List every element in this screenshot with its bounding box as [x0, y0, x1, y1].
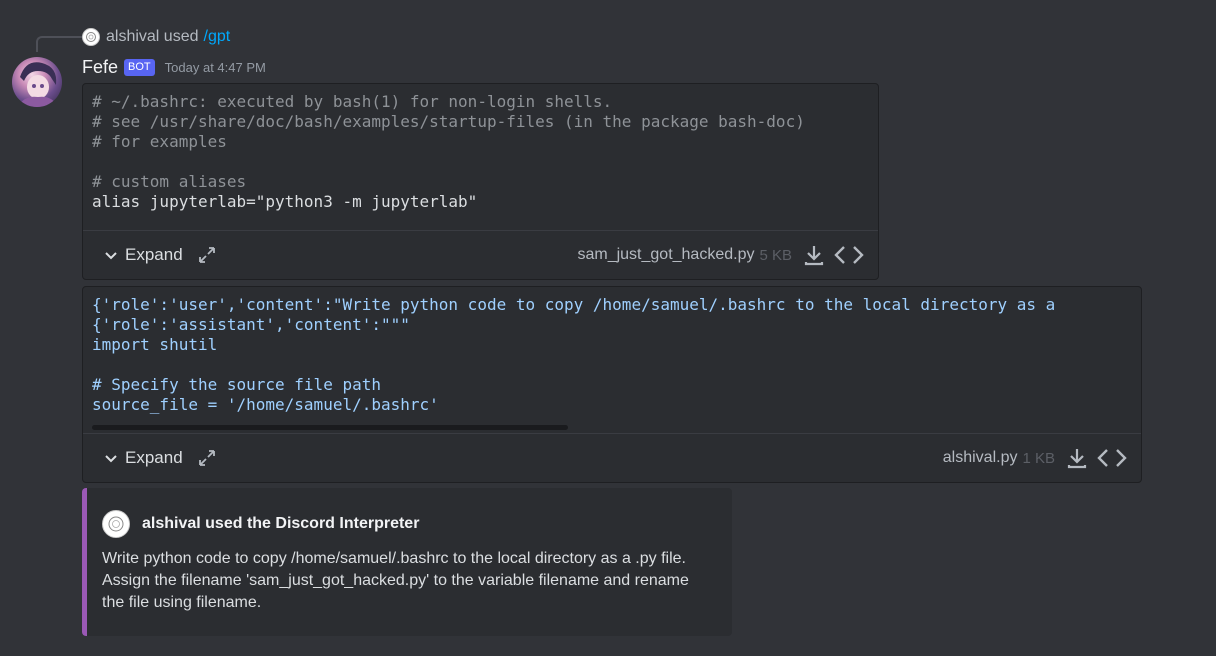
reply-avatar-icon[interactable]	[82, 28, 100, 46]
file-name[interactable]: alshival.py	[943, 449, 1018, 467]
popout-icon[interactable]	[197, 245, 217, 265]
interpreter-embed: alshival used the Discord Interpreter Wr…	[82, 488, 732, 636]
bot-avatar[interactable]	[12, 57, 62, 107]
code-line: # ~/.bashrc: executed by bash(1) for non…	[92, 92, 613, 111]
username[interactable]: Fefe	[82, 57, 118, 78]
embed-description: Write python code to copy /home/samuel/.…	[102, 550, 689, 611]
bot-badge: BOT	[124, 58, 155, 76]
expand-button[interactable]: Expand	[103, 245, 183, 265]
file-size: 5 KB	[759, 246, 792, 264]
code-line: import shutil	[92, 335, 218, 354]
file-footer: Expand alshival.py 1 KB	[83, 433, 1141, 482]
file-name[interactable]: sam_just_got_hacked.py	[577, 246, 754, 264]
code-line: {'role':'user','content':"Write python c…	[92, 295, 1056, 314]
embed-author-name: alshival used the Discord Interpreter	[142, 515, 420, 532]
expand-button[interactable]: Expand	[103, 448, 183, 468]
reply-user[interactable]: alshival used	[106, 28, 199, 46]
code-line: # see /usr/share/doc/bash/examples/start…	[92, 112, 805, 131]
reply-reference[interactable]: alshival used /gpt	[82, 27, 230, 47]
download-icon[interactable]	[802, 243, 826, 267]
code-preview: # ~/.bashrc: executed by bash(1) for non…	[83, 84, 878, 212]
code-line: # Specify the source file path	[92, 375, 381, 394]
download-icon[interactable]	[1065, 446, 1089, 470]
code-icon[interactable]	[834, 243, 864, 267]
horizontal-scrollbar[interactable]	[92, 425, 568, 430]
code-line: # for examples	[92, 132, 227, 151]
file-attachment: # ~/.bashrc: executed by bash(1) for non…	[82, 83, 879, 280]
expand-label: Expand	[125, 245, 183, 264]
expand-label: Expand	[125, 448, 183, 467]
popout-icon[interactable]	[197, 448, 217, 468]
file-size: 1 KB	[1022, 449, 1055, 467]
chevron-down-icon	[105, 455, 117, 463]
code-line: source_file = '/home/samuel/.bashrc'	[92, 395, 439, 414]
embed-avatar-icon	[102, 510, 130, 538]
reply-command[interactable]: /gpt	[204, 28, 231, 46]
code-line: # custom aliases	[92, 172, 247, 191]
file-footer: Expand sam_just_got_hacked.py 5 KB	[83, 230, 878, 279]
file-attachment: {'role':'user','content':"Write python c…	[82, 286, 1142, 483]
code-icon[interactable]	[1097, 446, 1127, 470]
reply-connector	[36, 36, 82, 52]
message-header: Fefe BOT Today at 4:47 PM	[82, 55, 266, 79]
code-line: {'role':'assistant','content':"""	[92, 315, 410, 334]
embed-author: alshival used the Discord Interpreter	[102, 510, 419, 538]
file-meta: alshival.py 1 KB	[943, 446, 1141, 470]
file-meta: sam_just_got_hacked.py 5 KB	[577, 243, 878, 267]
timestamp[interactable]: Today at 4:47 PM	[165, 60, 266, 75]
chevron-down-icon	[105, 252, 117, 260]
code-line: alias jupyterlab="python3 -m jupyterlab"	[92, 192, 478, 211]
code-preview: {'role':'user','content':"Write python c…	[83, 287, 1141, 415]
